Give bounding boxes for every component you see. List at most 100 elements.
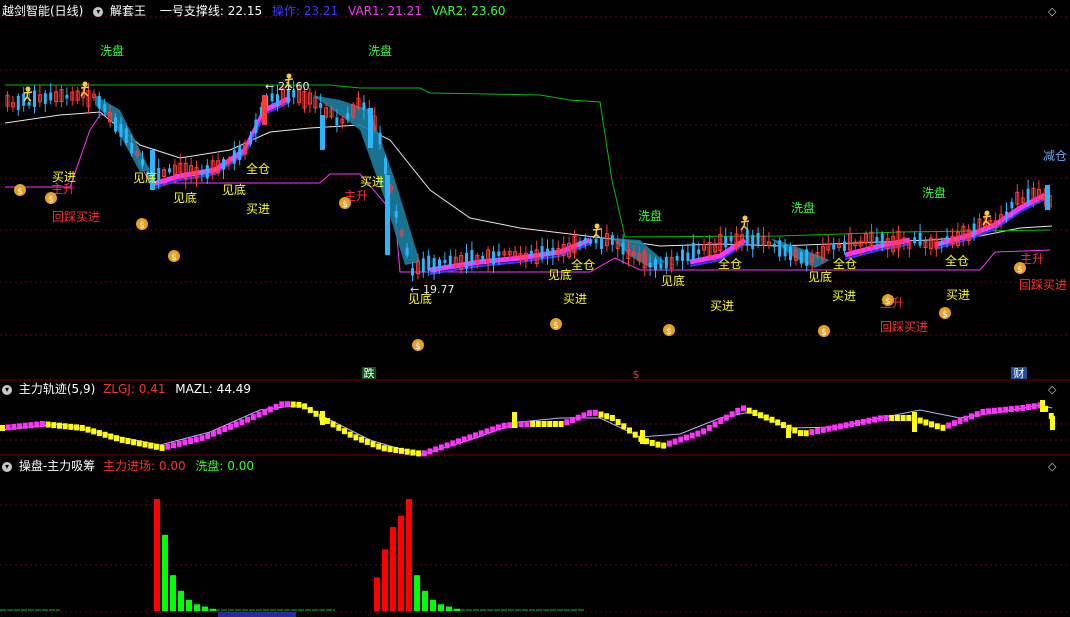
trajectory-block: [307, 407, 313, 414]
candle-body: [385, 175, 390, 255]
trajectory-block: [148, 442, 154, 449]
bottom-label: 见底: [548, 267, 572, 282]
wealth-marker: 财: [1014, 366, 1025, 380]
trajectory-block: [689, 432, 695, 439]
candle-body: [1045, 185, 1050, 210]
trajectory-block: [758, 412, 764, 419]
trajectory-block: [849, 421, 855, 428]
trajectory-block: [267, 406, 273, 413]
trajectory-block: [900, 415, 906, 421]
trajectory-block: [302, 403, 308, 410]
trajectory-block: [404, 448, 410, 455]
candle-body: [600, 237, 603, 249]
candle-body: [589, 239, 593, 244]
money-bag-icon: $: [48, 195, 54, 205]
candle-body: [470, 249, 474, 265]
full-position-label: 全仓: [945, 253, 969, 268]
wash-label: 洗盘: [368, 43, 392, 58]
runner-icon: [594, 223, 600, 229]
trajectory-block: [712, 421, 718, 428]
trajectory-block: [963, 415, 969, 422]
volume-bar: [414, 575, 420, 611]
candle-body: [805, 249, 809, 266]
trajectory-block: [746, 407, 752, 414]
chart-canvas[interactable]: 洗盘 洗盘洗盘洗盘洗盘买进买进买进买进 买进买进 买进见底见底见底见底见底 见底 见底全仓…: [0, 0, 1070, 617]
candle-body: [686, 252, 690, 262]
trajectory-block: [598, 411, 604, 418]
trajectory-block: [906, 415, 912, 421]
candle-body: [222, 159, 225, 170]
trajectory-block: [17, 423, 23, 430]
candle-body: [438, 259, 441, 269]
volume-bar: [406, 499, 412, 611]
trajectory-block: [501, 422, 507, 429]
trajectory-block: [923, 419, 929, 426]
trajectory-block: [239, 419, 245, 426]
trajectory-block: [541, 421, 547, 427]
volume-bar: [390, 527, 396, 611]
low-price-label: 19.77: [423, 283, 455, 296]
candle-body: [972, 223, 976, 233]
trajectory-block: [51, 422, 57, 429]
candle-body: [124, 128, 128, 144]
trajectory-block: [410, 449, 416, 456]
trajectory-block: [279, 401, 285, 408]
candle-body: [578, 241, 582, 247]
candle-body: [875, 237, 879, 244]
trajectory-block: [461, 436, 467, 443]
trajectory-block: [228, 423, 233, 430]
candle-body: [832, 243, 836, 250]
trajectory-block: [581, 412, 587, 419]
candle-body: [270, 93, 274, 102]
trajectory-block: [421, 450, 427, 457]
trajectory-block: [256, 411, 262, 418]
candle-body: [49, 92, 53, 101]
trajectory-block: [393, 446, 399, 453]
trajectory-block: [957, 417, 963, 424]
trajectory-block: [701, 428, 707, 435]
trajectory-block: [621, 423, 627, 430]
arrow-marker: ←: [410, 283, 419, 296]
volume-bar: [374, 577, 380, 611]
trajectory-block: [1031, 403, 1037, 410]
trajectory-block: [131, 439, 137, 446]
trajectory-block: [684, 434, 689, 441]
trajectory-block: [205, 432, 211, 439]
buy-label: 买进: [563, 292, 587, 306]
candle-body: [432, 258, 436, 273]
trajectory-block: [381, 445, 387, 452]
candle-body: [1010, 201, 1014, 209]
volume-bar: [162, 534, 168, 611]
candle-body: [659, 263, 663, 269]
trajectory-block: [991, 407, 997, 414]
trajectory-block: [1014, 405, 1020, 412]
trajectory-block: [467, 434, 473, 441]
trajectory-block: [210, 430, 216, 437]
pullback-buy-label: 回踩买进: [880, 320, 928, 334]
trajectory-block: [330, 421, 336, 428]
trajectory-block: [666, 440, 672, 447]
trajectory-block: [142, 441, 148, 448]
candle-body: [918, 232, 922, 246]
money-bag-icon: $: [415, 342, 421, 352]
candle-body: [778, 240, 782, 257]
trajectory-block: [353, 434, 359, 441]
buy-label: 买进: [246, 202, 270, 216]
trajectory-block: [193, 436, 199, 443]
trajectory-block: [171, 442, 176, 449]
trajectory-block: [929, 421, 935, 428]
trajectory-block: [245, 416, 251, 423]
candle-body: [232, 150, 236, 164]
candle-body: [880, 233, 884, 247]
wash-label: 洗盘: [638, 208, 662, 223]
candle-body: [789, 246, 792, 261]
trajectory-block: [495, 424, 501, 431]
trajectory-block: [22, 422, 28, 429]
volume-bar: [454, 608, 460, 611]
trajectory-block: [91, 428, 97, 435]
candle-body: [394, 210, 398, 218]
candle-body: [262, 95, 267, 125]
arrow-marker: ←: [265, 80, 274, 93]
candle-body: [249, 135, 252, 145]
candle-body: [114, 117, 117, 132]
